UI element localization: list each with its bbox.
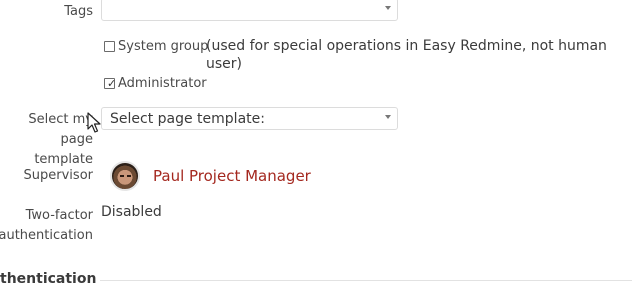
- chevron-down-icon: [385, 6, 391, 10]
- chevron-down-icon: [385, 115, 391, 119]
- section-divider: [100, 280, 632, 281]
- checkmark-icon: ✓: [107, 77, 117, 90]
- system-group-note: (used for special operations in Easy Red…: [206, 38, 607, 72]
- administrator-label[interactable]: Administrator: [118, 75, 207, 93]
- page-template-label-line1: Select my page: [28, 112, 93, 147]
- avatar[interactable]: [110, 161, 140, 191]
- system-group-checkbox[interactable]: [104, 41, 115, 52]
- two-factor-label: Two-factor authentication: [0, 206, 93, 246]
- administrator-checkbox[interactable]: ✓: [104, 77, 117, 90]
- page-template-select-value: Select page template:: [110, 111, 265, 127]
- system-group-label[interactable]: System group: [118, 38, 208, 56]
- mouse-cursor-icon: [87, 112, 101, 133]
- supervisor-link[interactable]: Paul Project Manager: [153, 166, 311, 186]
- tags-select[interactable]: [101, 0, 398, 21]
- supervisor-label: Supervisor: [23, 168, 93, 183]
- page-template-select[interactable]: Select page template:: [101, 107, 398, 130]
- avatar-eye: [120, 175, 124, 177]
- avatar-eye: [127, 175, 131, 177]
- two-factor-value: Disabled: [101, 204, 162, 220]
- page-template-label: Select my page template: [0, 110, 93, 170]
- user-form: Tags System group (used for special oper…: [0, 0, 632, 292]
- two-factor-label-line1: Two-factor: [25, 208, 93, 223]
- tags-label: Tags: [64, 4, 93, 19]
- two-factor-label-line2: authentication: [0, 228, 93, 243]
- section-title: thentication: [0, 271, 97, 287]
